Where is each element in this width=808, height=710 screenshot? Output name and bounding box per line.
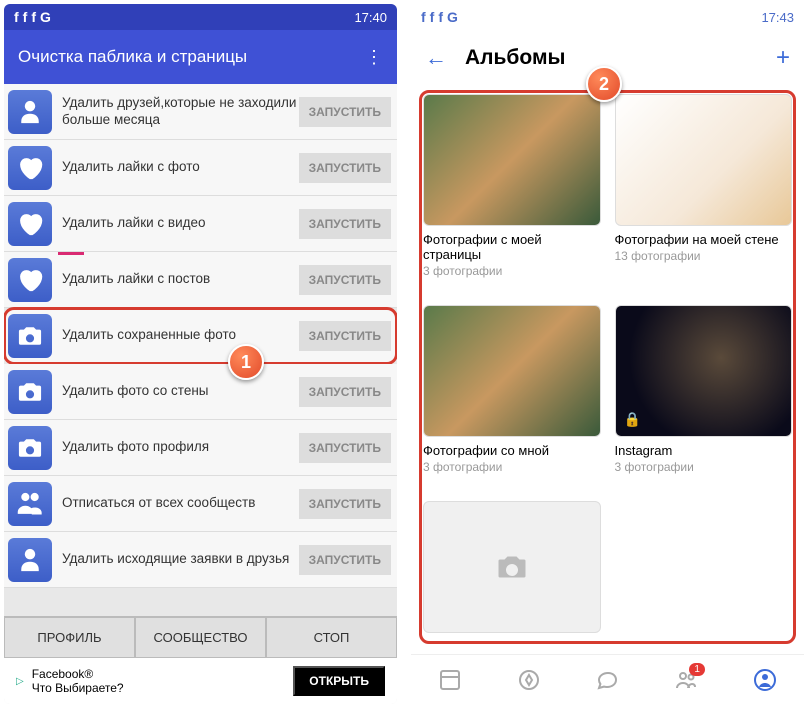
album-count: 3 фотографии [615,460,793,474]
status-time: 17:43 [761,10,794,25]
row-label: Отписаться от всех сообществ [62,495,299,512]
person-icon [8,538,52,582]
album-item[interactable]: Фотографии с моей страницы 3 фотографии [423,94,601,291]
run-button[interactable]: ЗАПУСТИТЬ [299,97,391,127]
phone-left: f f f G 17:40 Очистка паблика и страницы… [4,4,397,704]
run-button[interactable]: ЗАПУСТИТЬ [299,489,391,519]
list-row: Удалить исходящие заявки в друзьяЗАПУСТИ… [4,532,397,588]
row-label: Удалить друзей,которые не заходили больш… [62,95,299,129]
album-item[interactable]: Фотографии со мной 3 фотографии [423,305,601,487]
row-label: Удалить лайки с постов [62,271,299,288]
album-thumb [423,94,601,226]
nav-friends-icon[interactable]: 1 [647,655,726,704]
facebook-icon: f [23,9,28,25]
album-thumb [423,305,601,437]
tab-profile[interactable]: ПРОФИЛЬ [4,617,135,658]
ad-line2: Что Выбираете? [32,681,124,695]
list-row: Удалить фото профиляЗАПУСТИТЬ [4,420,397,476]
app-header: Очистка паблика и страницы ⋮ [4,30,397,84]
nav-messages-icon[interactable] [568,655,647,704]
heart-icon [8,202,52,246]
album-count: 3 фотографии [423,264,601,278]
list-row: Удалить лайки с постовЗАПУСТИТЬ [4,252,397,308]
nav-discover-icon[interactable] [490,655,569,704]
ad-line1: Facebook® [32,667,124,681]
run-button[interactable]: ЗАПУСТИТЬ [299,433,391,463]
facebook-icon: f [31,9,36,25]
album-title: Фотографии со мной [423,443,601,458]
album-title: Фотографии с моей страницы [423,232,601,262]
header-title: Альбомы [465,46,565,70]
tab-stop[interactable]: СТОП [266,617,397,658]
list-row: Удалить лайки с видеоЗАПУСТИТЬ [4,196,397,252]
album-item[interactable] [423,501,601,646]
list-row: Удалить друзей,которые не заходили больш… [4,84,397,140]
person-icon [8,90,52,134]
nav-feed-icon[interactable] [411,655,490,704]
google-icon: G [447,9,458,25]
run-button[interactable]: ЗАПУСТИТЬ [299,265,391,295]
google-icon: G [40,9,51,25]
ad-text: Facebook® Что Выбираете? [32,667,124,695]
row-label: Удалить фото профиля [62,439,299,456]
album-count: 13 фотографии [615,249,793,263]
bottom-nav: 1 [411,654,804,704]
header-title: Очистка паблика и страницы [18,47,247,67]
phone-right: f f f G 17:43 ← Альбомы + Фотографии с м… [411,4,804,704]
album-thumb: 🔒 [615,305,793,437]
list-row: Отписаться от всех сообществЗАПУСТИТЬ [4,476,397,532]
nav-profile-icon[interactable] [725,655,804,704]
run-button[interactable]: ЗАПУСТИТЬ [299,209,391,239]
ad-open-button[interactable]: ОТКРЫТЬ [293,666,385,696]
bottom-tabs: ПРОФИЛЬ СООБЩЕСТВО СТОП [4,616,397,658]
run-button[interactable]: ЗАПУСТИТЬ [299,321,391,351]
row-label: Удалить фото со стены [62,383,299,400]
albums-grid: Фотографии с моей страницы3 фотографииФо… [411,86,804,654]
add-icon[interactable]: + [776,44,790,72]
facebook-icon: f [421,9,426,25]
album-title: Instagram [615,443,793,458]
run-button[interactable]: ЗАПУСТИТЬ [299,377,391,407]
tab-community[interactable]: СООБЩЕСТВО [135,617,266,658]
ad-banner[interactable]: ▷ Facebook® Что Выбираете? ОТКРЫТЬ [4,658,397,704]
heart-icon [8,146,52,190]
row-label: Удалить лайки с фото [62,159,299,176]
callout-2: 2 [586,66,622,102]
camera-icon [8,426,52,470]
album-item[interactable]: 🔒 Instagram 3 фотографии [615,305,793,487]
menu-icon[interactable]: ⋮ [365,47,383,68]
group-icon [8,482,52,526]
album-thumb [423,501,601,633]
status-bar: f f f G 17:40 [4,4,397,30]
facebook-icon: f [430,9,435,25]
row-label: Удалить исходящие заявки в друзья [62,551,299,568]
facebook-icon: f [14,9,19,25]
list-row: Удалить лайки с фотоЗАПУСТИТЬ [4,140,397,196]
adchoices-icon: ▷ [16,676,24,687]
nav-badge: 1 [689,663,705,676]
heart-icon [8,258,52,302]
list-row: Удалить фото со стеныЗАПУСТИТЬ [4,364,397,420]
run-button[interactable]: ЗАПУСТИТЬ [299,153,391,183]
album-thumb [615,94,793,226]
album-item[interactable]: Фотографии на моей стене 13 фотографии [615,94,793,291]
row-label: Удалить лайки с видео [62,215,299,232]
run-button[interactable]: ЗАПУСТИТЬ [299,545,391,575]
album-title: Фотографии на моей стене [615,232,793,247]
row-label: Удалить сохраненные фото [62,327,299,344]
back-icon[interactable]: ← [425,45,447,71]
status-bar: f f f G 17:43 [411,4,804,30]
lock-icon: 🔒 [624,411,641,428]
camera-icon [8,314,52,358]
camera-icon [8,370,52,414]
list-row: Удалить сохраненные фотоЗАПУСТИТЬ [4,308,397,364]
facebook-icon: f [438,9,443,25]
album-count: 3 фотографии [423,460,601,474]
callout-1: 1 [228,344,264,380]
status-time: 17:40 [354,10,387,25]
action-list: Удалить друзей,которые не заходили больш… [4,84,397,616]
